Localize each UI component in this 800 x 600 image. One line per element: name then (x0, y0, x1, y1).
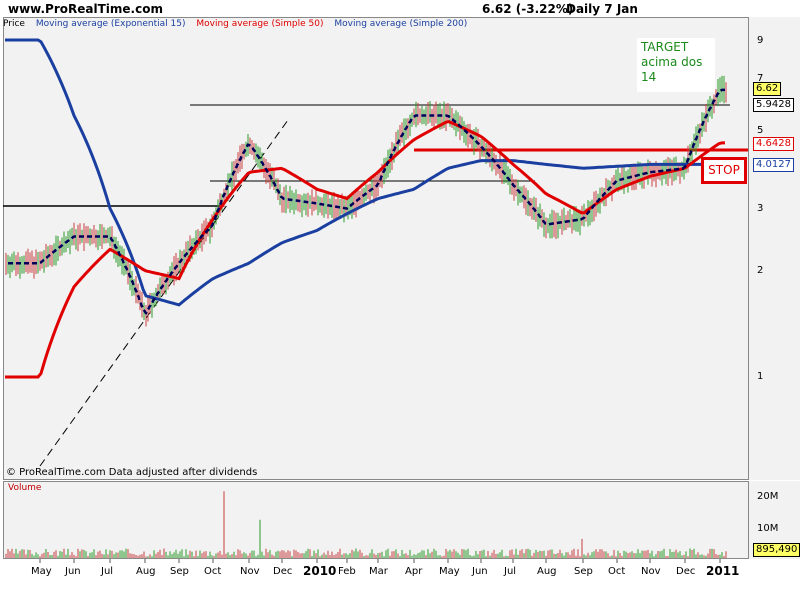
target-line-1: TARGET (641, 40, 689, 54)
sma200-line (5, 38, 725, 307)
sma200-price-box: 4.0127 (753, 158, 794, 172)
x-tick-label: Jul (504, 566, 517, 577)
x-tick-label: Apr (405, 566, 423, 577)
x-tick-label: Dec (273, 566, 293, 577)
x-tick-label: Jun (65, 566, 81, 577)
x-tick-label: Nov (240, 566, 260, 577)
y-tick-3: 3 (757, 203, 764, 214)
x-tick-label: Nov (641, 566, 661, 577)
x-tick-label: Jul (101, 566, 114, 577)
data-note: © ProRealTime.com Data adjusted after di… (6, 467, 258, 478)
x-tick-label: 2011 (706, 564, 740, 578)
legend-price: Price (3, 19, 25, 29)
legend-sma50[interactable]: Moving average (Simple 50) (196, 19, 323, 29)
volume-price-box: 895,490 (753, 543, 800, 557)
last-price-box: 6.62 (753, 82, 782, 96)
x-tick-label: Mar (369, 566, 388, 577)
y-tick-9: 9 (757, 35, 764, 46)
x-tick-label: Oct (204, 566, 222, 577)
x-tick-label: 2010 (303, 564, 337, 578)
y-tick-2: 2 (757, 265, 764, 276)
y-tick-7: 7 (757, 73, 764, 84)
x-tick-label: Aug (537, 566, 557, 577)
x-tick-label: Feb (338, 566, 356, 577)
legend-ema15[interactable]: Moving average (Exponential 15) (36, 19, 186, 29)
x-tick-label: Aug (136, 566, 156, 577)
target-annotation: TARGET acima dos 14 (637, 38, 715, 92)
target-line-3: 14 (641, 70, 657, 84)
resistance-price-box: 5.9428 (753, 98, 794, 112)
volume-label: Volume (8, 483, 42, 493)
x-tick-label: Sep (170, 566, 189, 577)
legend-sma200[interactable]: Moving average (Simple 200) (334, 19, 467, 29)
sma50-price-box: 4.6428 (753, 137, 794, 151)
y-tick-5: 5 (757, 125, 764, 136)
x-tick-label: Oct (608, 566, 626, 577)
y-tick-1: 1 (757, 371, 764, 382)
vol-tick-10m: 10M (757, 523, 779, 534)
legend: Price Moving average (Exponential 15) Mo… (3, 19, 475, 29)
x-tick-label: May (31, 566, 52, 577)
stop-annotation: STOP (701, 157, 747, 184)
x-tick-label: Dec (676, 566, 696, 577)
ema15-line (8, 88, 725, 316)
target-line-2: acima dos (641, 55, 703, 69)
x-tick-label: Jun (472, 566, 488, 577)
vol-tick-20m: 20M (757, 491, 779, 502)
x-tick-label: Sep (574, 566, 593, 577)
sma50-line (5, 120, 725, 379)
x-tick-label: May (439, 566, 460, 577)
